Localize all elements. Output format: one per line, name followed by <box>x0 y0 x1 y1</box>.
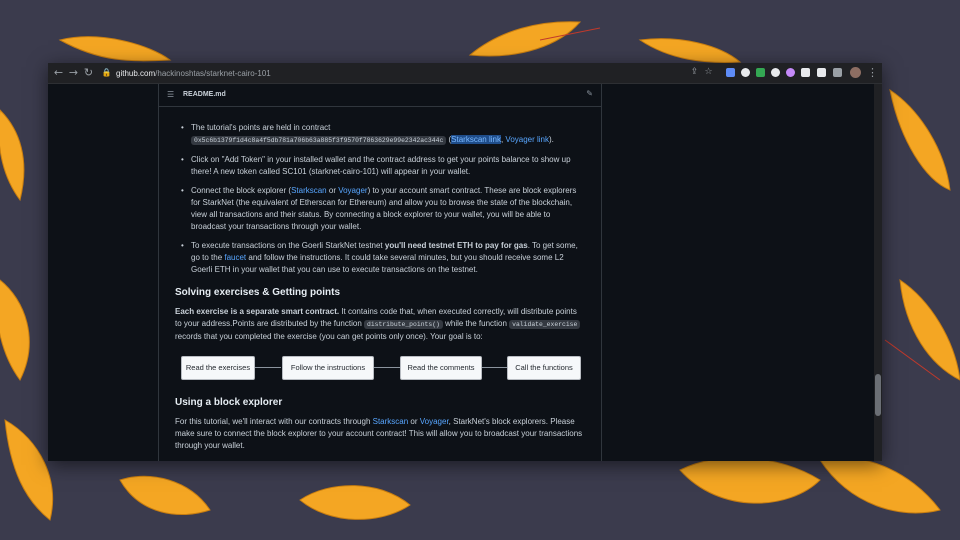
share-icon[interactable]: ⇪ <box>688 66 701 79</box>
voyager-link[interactable]: Voyager <box>338 186 367 195</box>
flow-step: Follow the instructions <box>282 356 374 380</box>
section-heading: Using a block explorer <box>175 397 283 408</box>
text: or <box>408 417 420 426</box>
address-bar[interactable]: github.com/hackinoshtas/starknet-cairo-1… <box>116 69 271 78</box>
starkscan-link[interactable]: Starkscan link <box>451 135 501 144</box>
outline-list-icon[interactable]: ☰ <box>167 90 174 99</box>
bullet-text: or <box>326 186 339 195</box>
voyager-link[interactable]: Voyager <box>420 417 449 426</box>
extension-icon[interactable] <box>786 68 795 77</box>
forward-arrow-icon[interactable]: → <box>67 66 80 79</box>
extension-icon[interactable] <box>741 68 750 77</box>
url-host: github.com <box>116 69 156 78</box>
contract-address: 0x5c6b1379f1d4c8a4f5db781a706b63a885f3f9… <box>191 136 447 145</box>
voyager-link[interactable]: Voyager link <box>505 135 549 144</box>
avatar[interactable] <box>850 67 861 78</box>
bullet-text: Click on "Add Token" in your installed w… <box>191 155 571 176</box>
flow-diagram: Read the exercises Follow the instructio… <box>175 356 585 382</box>
back-arrow-icon[interactable]: ← <box>52 66 65 79</box>
inline-code: validate_exercise <box>509 320 581 329</box>
connector-line <box>480 367 508 368</box>
browser-toolbar: ← → ↻ 🔒 github.com/hackinoshtas/starknet… <box>48 63 882 84</box>
paragraph: Each exercise is a separate smart contra… <box>175 306 585 343</box>
puzzle-icon[interactable] <box>817 68 826 77</box>
readme-filename: README.md <box>183 91 226 98</box>
connector-line <box>253 367 281 368</box>
bookmark-star-icon[interactable]: ☆ <box>702 66 715 79</box>
list-item: Click on "Add Token" in your installed w… <box>175 154 585 178</box>
section-heading: Solving exercises & Getting points <box>175 287 341 298</box>
starkscan-link[interactable]: Starkscan <box>291 186 327 195</box>
flow-step: Read the comments <box>400 356 482 380</box>
sidebar-icon[interactable] <box>833 68 842 77</box>
list-item: The tutorial's points are held in contra… <box>175 122 585 147</box>
text: while the function <box>442 319 510 328</box>
extension-icon[interactable] <box>801 68 810 77</box>
list-item: Connect the block explorer (Starkscan or… <box>175 185 585 233</box>
github-page: ☰ README.md ✎ The tutorial's points are … <box>48 84 882 461</box>
connector-line <box>372 367 400 368</box>
lock-icon[interactable]: 🔒 <box>100 66 113 79</box>
readme-content: The tutorial's points are held in contra… <box>175 122 585 452</box>
readme-header: ☰ README.md ✎ <box>159 84 601 107</box>
inline-code: distribute_points() <box>364 320 443 329</box>
starkscan-link[interactable]: Starkscan <box>373 417 409 426</box>
extension-icon[interactable] <box>756 68 765 77</box>
bullet-text: Connect the block explorer ( <box>191 186 292 195</box>
bold-text: you'll need testnet ETH to pay for gas <box>384 241 528 250</box>
text: records that you completed the exercise … <box>175 332 483 341</box>
bullet-text: The tutorial's points are held in contra… <box>191 123 331 132</box>
punct: ). <box>549 135 554 144</box>
bullet-text: To execute transactions on the Goerli St… <box>191 241 385 250</box>
scrollbar[interactable] <box>874 84 882 461</box>
url-path: /hackinoshtas/starknet-cairo-101 <box>155 69 271 78</box>
menu-kebab-icon[interactable]: ⋮ <box>866 66 879 79</box>
bold-text: Each exercise is a separate smart contra… <box>175 307 340 316</box>
browser-window: ← → ↻ 🔒 github.com/hackinoshtas/starknet… <box>48 63 882 461</box>
list-item: To execute transactions on the Goerli St… <box>175 240 585 276</box>
flow-step: Call the functions <box>507 356 581 380</box>
paragraph: For this tutorial, we'll interact with o… <box>175 416 585 452</box>
scrollbar-thumb[interactable] <box>875 374 881 416</box>
extension-icon[interactable] <box>771 68 780 77</box>
bullet-text: and follow the instructions. It could ta… <box>191 253 564 274</box>
flow-step: Read the exercises <box>181 356 255 380</box>
reload-icon[interactable]: ↻ <box>82 66 95 79</box>
extension-icon[interactable] <box>726 68 735 77</box>
readme-panel: ☰ README.md ✎ The tutorial's points are … <box>158 84 602 461</box>
edit-pencil-icon[interactable]: ✎ <box>586 89 593 98</box>
text: For this tutorial, we'll interact with o… <box>175 417 373 426</box>
faucet-link[interactable]: faucet <box>224 253 246 262</box>
